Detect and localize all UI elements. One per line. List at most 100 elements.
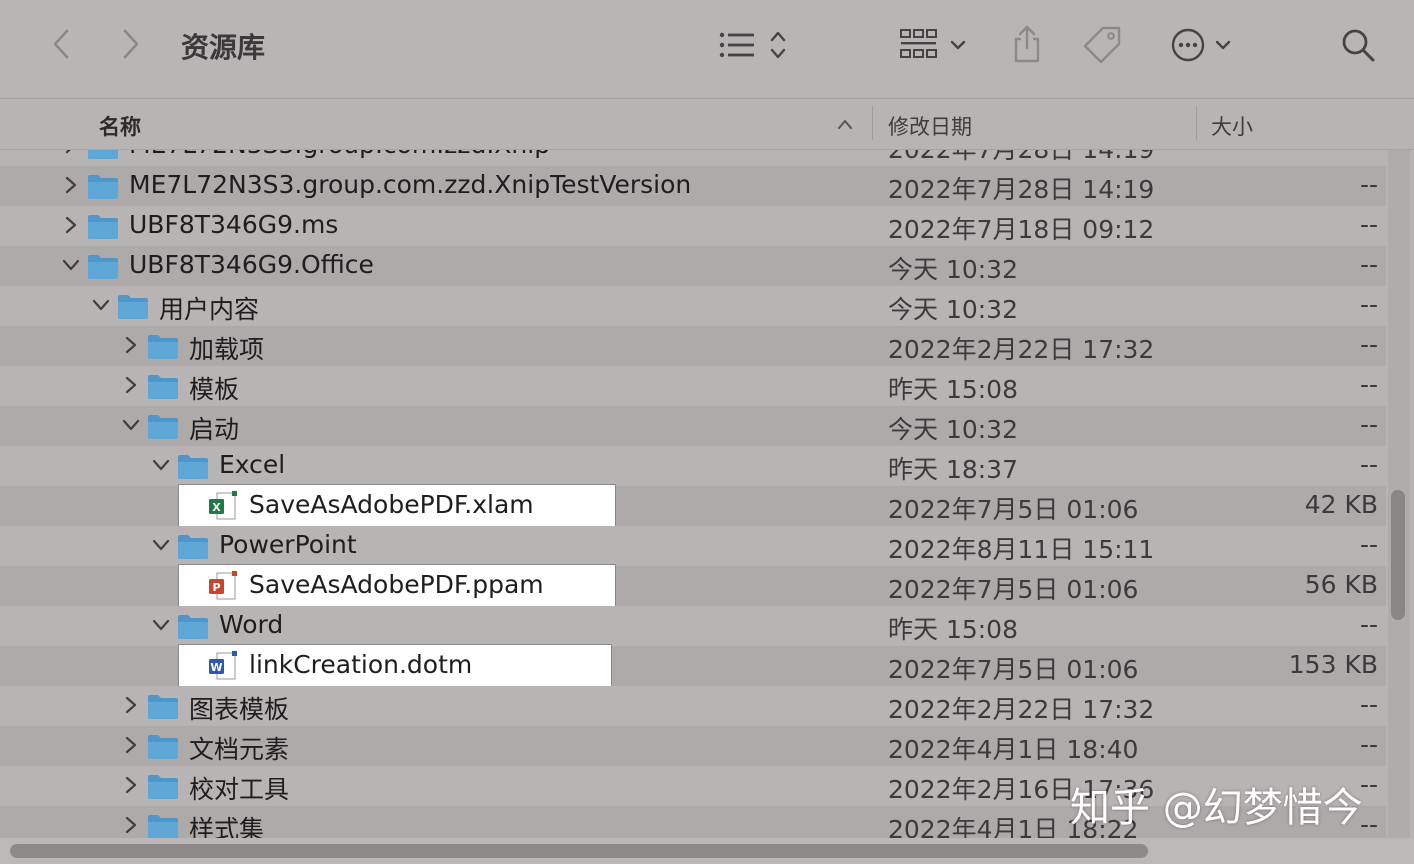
- item-size: --: [1360, 150, 1378, 159]
- powerpoint-file-icon: P: [207, 571, 239, 600]
- folder-row[interactable]: 用户内容 今天 10:32 --: [0, 286, 1386, 326]
- vertical-scrollbar-thumb[interactable]: [1391, 490, 1405, 620]
- item-modified-date: 2022年7月5日 01:06: [888, 575, 1139, 604]
- item-modified-date: 2022年7月5日 01:06: [888, 495, 1139, 524]
- horizontal-scrollbar-thumb[interactable]: [10, 844, 1148, 858]
- item-name: 图表模板: [189, 695, 290, 724]
- item-modified-date: 昨天 15:08: [888, 375, 1018, 404]
- disclosure-collapsed-icon[interactable]: [120, 814, 142, 836]
- item-size: --: [1359, 170, 1378, 199]
- item-name: 用户内容: [159, 295, 260, 324]
- excel-file-icon: X: [207, 491, 239, 520]
- more-icon: [1171, 28, 1205, 62]
- item-name: PowerPoint: [219, 530, 357, 559]
- disclosure-collapsed-icon[interactable]: [60, 174, 82, 196]
- svg-text:P: P: [212, 581, 220, 594]
- column-size-header[interactable]: 大小: [1211, 111, 1253, 141]
- item-modified-date: 今天 10:32: [888, 415, 1018, 444]
- item-modified-date: 2022年4月1日 18:40: [888, 735, 1139, 764]
- item-name: 模板: [189, 375, 240, 404]
- folder-row[interactable]: PowerPoint 2022年8月11日 15:11 --: [0, 526, 1386, 566]
- disclosure-collapsed-icon[interactable]: [60, 150, 82, 156]
- item-name: ME7L72N3S3.group.com.zzd.Xnip: [129, 150, 550, 159]
- folder-icon: [177, 532, 209, 560]
- item-name: UBF8T346G9.ms: [129, 210, 339, 239]
- folder-row[interactable]: Word 昨天 15:08 --: [0, 606, 1386, 646]
- folder-icon: [177, 452, 209, 480]
- folder-row[interactable]: ME7L72N3S3.group.com.zzd.XnipTestVersion…: [0, 166, 1386, 206]
- view-options-button[interactable]: [716, 26, 790, 64]
- item-name: Word: [219, 610, 284, 639]
- sort-icon: [770, 31, 786, 59]
- folder-row[interactable]: Excel 昨天 18:37 --: [0, 446, 1386, 486]
- search-button[interactable]: [1336, 24, 1380, 66]
- folder-icon: [87, 252, 119, 280]
- item-size: 42 KB: [1304, 490, 1378, 519]
- folder-icon: [87, 212, 119, 240]
- disclosure-collapsed-icon[interactable]: [120, 694, 142, 716]
- disclosure-expanded-icon[interactable]: [120, 414, 142, 436]
- disclosure-collapsed-icon[interactable]: [120, 774, 142, 796]
- item-size: --: [1359, 370, 1378, 399]
- folder-row[interactable]: UBF8T346G9.Office 今天 10:32 --: [0, 246, 1386, 286]
- column-divider[interactable]: [1196, 106, 1197, 140]
- folder-icon: [147, 732, 179, 760]
- chevron-down-icon: [1215, 40, 1231, 50]
- more-actions-button[interactable]: [1164, 24, 1238, 66]
- disclosure-expanded-icon[interactable]: [150, 614, 172, 636]
- tag-button[interactable]: [1080, 22, 1126, 66]
- back-button[interactable]: [44, 26, 78, 62]
- item-name: 启动: [189, 415, 240, 444]
- toolbar: 资源库: [0, 0, 1414, 99]
- file-row[interactable]: P SaveAsAdobePDF.ppam 2022年7月5日 01:06 56 KB: [0, 564, 1386, 610]
- chevron-right-icon: [123, 29, 139, 59]
- disclosure-collapsed-icon[interactable]: [120, 374, 142, 396]
- folder-icon: [147, 332, 179, 360]
- folder-row[interactable]: 模板 昨天 15:08 --: [0, 366, 1386, 406]
- folder-row[interactable]: 文档元素 2022年4月1日 18:40 --: [0, 726, 1386, 766]
- column-modified-header[interactable]: 修改日期: [888, 111, 972, 141]
- file-row[interactable]: WlinkCreation.dotm 2022年7月5日 01:06 153 KB: [0, 644, 1386, 690]
- folder-icon: [87, 150, 119, 160]
- item-name: Excel: [219, 450, 286, 479]
- folder-row[interactable]: 图表模板 2022年2月22日 17:32 --: [0, 686, 1386, 726]
- disclosure-expanded-icon[interactable]: [150, 454, 172, 476]
- sort-ascending-icon[interactable]: [836, 117, 854, 131]
- disclosure-collapsed-icon[interactable]: [120, 734, 142, 756]
- item-modified-date: 2022年7月28日 14:19: [888, 150, 1154, 166]
- item-modified-date: 2022年2月22日 17:32: [888, 335, 1155, 364]
- file-row[interactable]: X SaveAsAdobePDF.xlam 2022年7月5日 01:06 42 KB: [0, 484, 1386, 530]
- chevron-left-icon: [53, 29, 69, 59]
- item-size: --: [1359, 330, 1378, 359]
- disclosure-collapsed-icon[interactable]: [120, 334, 142, 356]
- folder-row[interactable]: 加载项 2022年2月22日 17:32 --: [0, 326, 1386, 366]
- item-name: 样式集: [189, 815, 265, 840]
- search-icon: [1342, 29, 1375, 62]
- item-size: --: [1359, 530, 1378, 559]
- group-button[interactable]: [896, 24, 970, 66]
- item-name: linkCreation.dotm: [249, 650, 473, 679]
- share-icon: [1014, 25, 1040, 63]
- disclosure-collapsed-icon[interactable]: [60, 214, 82, 236]
- disclosure-expanded-icon[interactable]: [150, 534, 172, 556]
- item-modified-date: 昨天 18:37: [888, 455, 1018, 484]
- folder-row[interactable]: ME7L72N3S3.group.com.zzd.Xnip 2022年7月28日 …: [0, 150, 1386, 166]
- folder-icon: [147, 412, 179, 440]
- item-name: UBF8T346G9.Office: [129, 250, 374, 279]
- item-size: --: [1359, 210, 1378, 239]
- forward-button[interactable]: [114, 26, 148, 62]
- svg-text:W: W: [210, 661, 222, 674]
- share-button[interactable]: [1006, 22, 1048, 66]
- column-header: 名称 修改日期 大小: [0, 99, 1414, 150]
- grid-view-icon: [900, 29, 937, 58]
- item-modified-date: 今天 10:32: [888, 255, 1018, 284]
- folder-row[interactable]: 启动 今天 10:32 --: [0, 406, 1386, 446]
- folder-row[interactable]: UBF8T346G9.ms 2022年7月18日 09:12 --: [0, 206, 1386, 246]
- column-divider[interactable]: [872, 106, 873, 140]
- item-modified-date: 今天 10:32: [888, 295, 1018, 324]
- item-size: --: [1359, 690, 1378, 719]
- disclosure-expanded-icon[interactable]: [90, 294, 112, 316]
- column-name-header[interactable]: 名称: [99, 111, 141, 141]
- disclosure-expanded-icon[interactable]: [60, 254, 82, 276]
- item-name: 加载项: [189, 335, 265, 364]
